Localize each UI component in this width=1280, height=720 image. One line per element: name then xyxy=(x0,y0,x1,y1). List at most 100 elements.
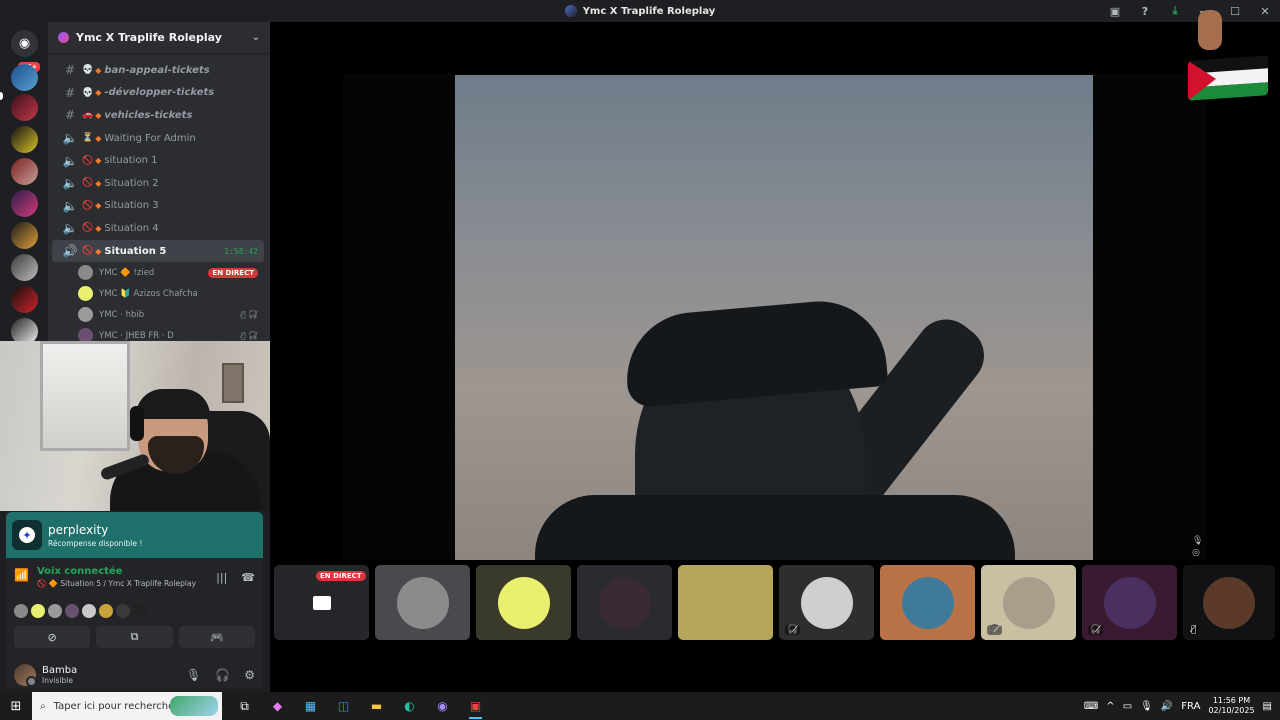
help-icon[interactable]: ? xyxy=(1130,0,1160,22)
server-icon-8[interactable] xyxy=(11,286,38,313)
volume-icon[interactable]: 🔊 xyxy=(1161,701,1173,712)
tile-participant[interactable]: 🎧̸ xyxy=(981,565,1076,640)
chevron-down-icon[interactable]: ⌄ xyxy=(252,32,260,43)
server-header[interactable]: Ymc X Traplife Roleplay ⌄ xyxy=(48,22,270,54)
avatar[interactable] xyxy=(65,604,79,618)
server-icon xyxy=(564,5,577,17)
channel-situation-4[interactable]: 🔈 🚫 ◆ Situation 4 xyxy=(52,217,264,240)
channel-emoji: 🚫 xyxy=(82,155,94,166)
remote-app-icon[interactable]: ▣ xyxy=(459,692,492,720)
headphones-icon[interactable]: 🎧 xyxy=(215,668,230,682)
avatar[interactable] xyxy=(48,604,62,618)
channel-waiting-for-admin[interactable]: 🔈 ⏳ ◆ Waiting For Admin xyxy=(52,127,264,150)
noise-suppression-icon[interactable]: ||| xyxy=(216,571,227,584)
avatar[interactable] xyxy=(116,604,130,618)
voice-user[interactable]: YMC · JHEB FR · D 🎙̸ 🎧̸ xyxy=(48,325,270,342)
channel-vehicles-tickets[interactable]: # 🚗 ◆ vehicles-tickets xyxy=(52,104,264,127)
home-button[interactable]: ◉ xyxy=(11,30,38,57)
webcam-headset xyxy=(130,406,144,441)
tile-participant[interactable]: 🎙̸ xyxy=(1183,565,1275,640)
server-icon-5[interactable] xyxy=(11,190,38,217)
discord-icon[interactable]: ◉ xyxy=(426,692,459,720)
tile-participant[interactable] xyxy=(375,565,470,640)
channel-name: Situation 5 xyxy=(104,245,167,257)
tile-participant[interactable]: 🎧̸ xyxy=(1082,565,1177,640)
channel-situation-2[interactable]: 🔈 🚫 ◆ Situation 2 xyxy=(52,172,264,195)
stream-video[interactable] xyxy=(455,75,1093,560)
promo-banner[interactable]: ✦ perplexity Récompense disponible ! xyxy=(6,512,263,558)
tile-stream[interactable]: EN DIRECT xyxy=(274,565,369,640)
tile-participant[interactable] xyxy=(678,565,773,640)
network-icon[interactable]: ▭ xyxy=(1123,701,1132,712)
channel-emoji: ⏳ xyxy=(82,133,94,144)
diamond-icon: ◆ xyxy=(95,65,102,75)
channel-situation-1[interactable]: 🔈 🚫 ◆ situation 1 xyxy=(52,149,264,172)
user-avatar[interactable] xyxy=(14,664,37,687)
clock[interactable]: 11:56 PM 02/10/2025 xyxy=(1208,696,1254,716)
camera-off-button[interactable]: ⊘ xyxy=(14,626,91,648)
tile-participant[interactable] xyxy=(476,565,571,640)
taskbar-apps: ⧉ ◆ ▦ ◫ ▬ ◐ ◉ ▣ xyxy=(228,692,492,720)
avatar[interactable] xyxy=(99,604,113,618)
voice-status-subtitle[interactable]: 🚫 🔶 Situation 5 / Ymc X Traplife Rolepla… xyxy=(37,579,196,588)
avatar[interactable] xyxy=(133,604,147,618)
chevron-up-icon[interactable]: ^ xyxy=(1106,701,1114,712)
channel-situation-5[interactable]: 🔊 🚫 ◆ Situation 5 1:58:42 xyxy=(52,239,264,263)
channel-ban-appeal-tickets[interactable]: # 💀 ◆ ban-appeal-tickets xyxy=(52,59,264,82)
palestine-flag-image xyxy=(1188,55,1268,101)
hashtag-icon: # xyxy=(64,63,76,78)
voice-user-name: YMC 🔰 Azizos Chafcha xyxy=(99,288,198,299)
microphone-icon[interactable]: 🎙 xyxy=(1140,701,1153,712)
tile-participant[interactable] xyxy=(880,565,975,640)
server-icon-1[interactable] xyxy=(11,64,38,91)
user-panel: ✦ perplexity Récompense disponible ! 📶 V… xyxy=(6,512,263,689)
server-icon-7[interactable] xyxy=(11,254,38,281)
server-icon-2[interactable] xyxy=(11,94,38,121)
task-view-icon[interactable]: ⧉ xyxy=(228,692,261,720)
gear-icon[interactable]: ⚙ xyxy=(244,668,255,682)
tile-participant[interactable] xyxy=(577,565,672,640)
outlook-icon[interactable]: ◫ xyxy=(327,692,360,720)
window-title: Ymc X Traplife Roleplay xyxy=(564,5,715,17)
file-explorer-icon[interactable]: ▬ xyxy=(360,692,393,720)
channel-situation-3[interactable]: 🔈 🚫 ◆ Situation 3 xyxy=(52,195,264,218)
keyboard-icon[interactable]: ⌨ xyxy=(1084,701,1098,712)
tile-participant[interactable]: 🎧̸ xyxy=(779,565,874,640)
activity-button[interactable]: 🎮 xyxy=(178,626,255,648)
avatar[interactable] xyxy=(82,604,96,618)
notifications-icon[interactable]: ▤ xyxy=(1263,701,1272,712)
avatar[interactable] xyxy=(14,604,28,618)
avatar xyxy=(598,576,651,629)
user-controls: 🎙 🎧 ⚙ xyxy=(186,668,255,682)
channel-sidebar: Ymc X Traplife Roleplay ⌄ # 💀 ◆ ban-appe… xyxy=(48,22,270,342)
server-icon-6[interactable] xyxy=(11,222,38,249)
signal-icon[interactable]: 📶 xyxy=(14,568,29,582)
screen-share-button[interactable]: ⧉ xyxy=(96,626,173,648)
voice-user[interactable]: YMC 🔶 !zied EN DIRECT xyxy=(48,262,270,283)
language-indicator[interactable]: FRA xyxy=(1181,701,1200,712)
voice-user[interactable]: YMC 🔰 Azizos Chafcha xyxy=(48,283,270,304)
copilot-icon[interactable]: ◆ xyxy=(261,692,294,720)
store-icon[interactable]: ▦ xyxy=(294,692,327,720)
speaker-icon: 🔈 xyxy=(62,198,78,213)
inbox-icon[interactable]: ▣ xyxy=(1100,0,1130,22)
muted-deafened-icon: 🎙̸ 🎧̸ xyxy=(240,331,258,341)
avatar[interactable] xyxy=(31,604,45,618)
user-name[interactable]: Bamba xyxy=(42,665,77,676)
voice-user[interactable]: YMC · hbib 🎙̸ 🎧̸ xyxy=(48,304,270,325)
diamond-icon: ◆ xyxy=(95,223,102,233)
microphone-icon[interactable]: 🎙 xyxy=(1192,535,1203,547)
edge-icon[interactable]: ◐ xyxy=(393,692,426,720)
clock-time: 11:56 PM xyxy=(1212,696,1251,705)
microphone-icon[interactable]: 🎙 xyxy=(186,668,201,682)
windows-start-icon[interactable]: ⊞ xyxy=(0,692,32,720)
server-icon-3[interactable] xyxy=(11,126,38,153)
target-icon[interactable]: ◎ xyxy=(1192,547,1203,559)
voice-status-title[interactable]: Voix connectée xyxy=(37,566,196,577)
server-icon-4[interactable] xyxy=(11,158,38,185)
taskbar-search[interactable]: ⌕ Taper ici pour rechercher xyxy=(32,692,222,720)
diamond-icon: ◆ xyxy=(95,110,102,120)
channel-emoji: 🚫 xyxy=(82,178,94,189)
disconnect-icon[interactable]: ☎ xyxy=(241,571,255,584)
channel-developper-tickets[interactable]: # 💀 ◆ -développer-tickets xyxy=(52,82,264,105)
